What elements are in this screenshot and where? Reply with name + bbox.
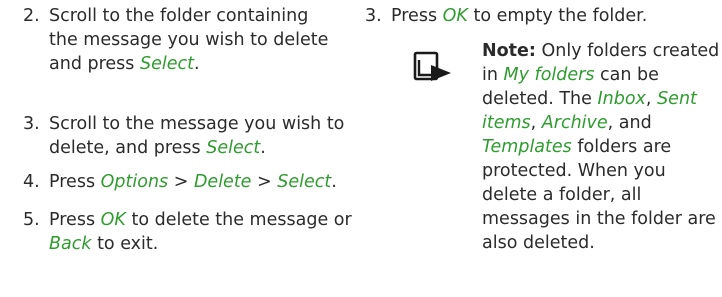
text-line: items, Archive, and (482, 111, 719, 135)
ui-term: Templates (482, 137, 572, 157)
step-text: Scroll to the message you wish to delete,… (49, 112, 344, 160)
ui-term: Options (100, 172, 169, 192)
step-number: 5. (23, 210, 40, 230)
note-label: Note: (482, 41, 536, 61)
text-run: , (530, 113, 542, 133)
text-run: . (260, 138, 266, 158)
step-number: 2. (23, 6, 40, 26)
step-number: 4. (23, 172, 40, 192)
text-run: Press (49, 210, 101, 230)
text-run: delete a folder, all (482, 185, 642, 205)
ui-term: Archive (541, 113, 608, 133)
text-line: delete a folder, all (482, 183, 719, 207)
ui-term: Back (49, 234, 92, 254)
text-line: Note: Only folders created (482, 39, 719, 63)
text-line: and press Select. (49, 52, 328, 76)
step-text: Press OK to delete the message or Back to… (49, 208, 352, 256)
text-run: to exit. (91, 234, 159, 254)
text-run: Scroll to the folder containing (49, 6, 309, 26)
text-line: also deleted. (482, 231, 719, 255)
ui-term: Select (277, 172, 332, 192)
text-run: the message you wish to delete (49, 30, 329, 50)
ui-term: Select (206, 138, 261, 158)
text-run: > (168, 172, 194, 192)
text-line: deleted. The Inbox, Sent (482, 87, 719, 111)
text-run: messages in the folder are (482, 209, 716, 229)
text-run: Press (391, 6, 443, 26)
text-run: and press (49, 54, 140, 74)
text-run: in (482, 65, 504, 85)
text-run: . (193, 54, 200, 74)
text-line: Press OK to delete the message or (49, 208, 352, 232)
text-line: Back to exit. (49, 232, 352, 256)
text-run: also deleted. (482, 233, 595, 253)
text-run: delete, and press (49, 138, 207, 158)
text-run: , (645, 89, 658, 109)
ui-term: Delete (193, 172, 252, 192)
step-number: 3. (365, 6, 382, 26)
text-run: folders are (571, 137, 672, 157)
ui-term: Inbox (597, 89, 646, 109)
ui-term: items (482, 113, 531, 133)
text-line: the message you wish to delete (49, 28, 328, 52)
text-line: Press OK to empty the folder. (391, 4, 647, 28)
text-line: Scroll to the folder containing (49, 4, 328, 28)
text-line: protected. When you (482, 159, 719, 183)
text-run: deleted. The (482, 89, 598, 109)
text-line: messages in the folder are (482, 207, 719, 231)
text-run: Scroll to the message you wish to (49, 114, 345, 134)
text-run: to delete the message or (125, 210, 352, 230)
text-run: Press (49, 172, 101, 192)
text-line: Scroll to the message you wish to (49, 112, 344, 136)
note-text: Note: Only folders created in My folders … (482, 39, 719, 255)
text-line: Templates folders are (482, 135, 719, 159)
text-run: can be (594, 65, 659, 85)
text-line: delete, and press Select. (49, 136, 344, 160)
text-run: > (251, 172, 278, 192)
text-run: protected. When you (482, 161, 666, 181)
ui-term: OK (100, 210, 126, 230)
step-text: Press OK to empty the folder. (391, 4, 647, 28)
text-run: Only folders created (535, 41, 720, 61)
text-run: . (331, 172, 337, 192)
note-icon (413, 51, 451, 81)
step-number: 3. (23, 114, 40, 134)
text-run: to empty the folder. (467, 6, 648, 26)
step-text: Press Options > Delete > Select. (49, 170, 337, 194)
ui-term: My folders (503, 65, 595, 85)
ui-term: Select (139, 54, 194, 74)
text-line: Press Options > Delete > Select. (49, 170, 337, 194)
text-line: in My folders can be (482, 63, 719, 87)
ui-term: OK (442, 6, 468, 26)
ui-term: Sent (657, 89, 697, 109)
text-run: , and (607, 113, 652, 133)
step-text: Scroll to the folder containing the messa… (49, 4, 328, 76)
